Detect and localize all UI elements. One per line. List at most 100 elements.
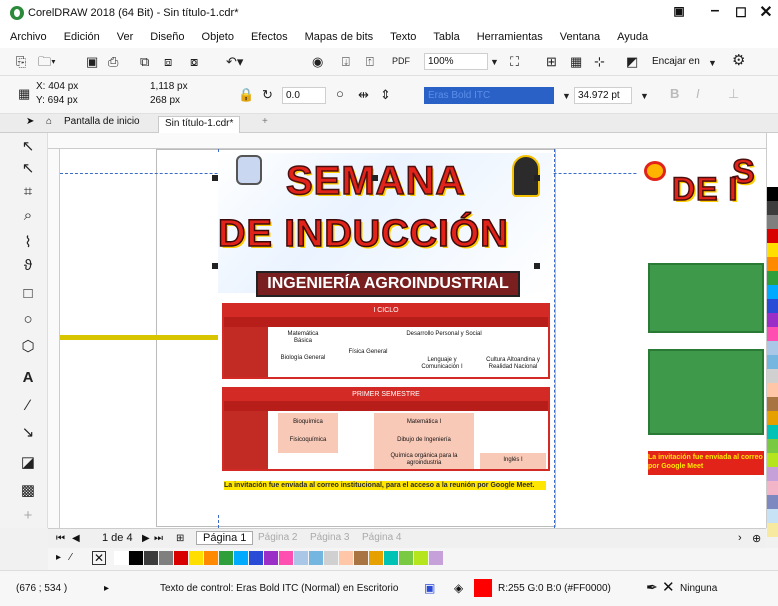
- palette-swatch[interactable]: [767, 495, 778, 509]
- add-page-icon[interactable]: ⊞: [176, 533, 184, 544]
- palette-swatch[interactable]: [767, 467, 778, 481]
- menu-ventana[interactable]: Ventana: [560, 31, 600, 43]
- transparency-tool-icon[interactable]: ▩: [18, 481, 38, 499]
- palette-swatch[interactable]: [767, 271, 778, 285]
- font-list-field[interactable]: Eras Bold ITC: [424, 87, 554, 104]
- crop-tool-icon[interactable]: ⌗: [18, 183, 38, 200]
- navigator-icon[interactable]: ⊕: [752, 532, 761, 545]
- rotation-angle-field[interactable]: 0.0: [282, 87, 326, 104]
- menu-efectos[interactable]: Efectos: [251, 31, 288, 43]
- tab-home-screen[interactable]: Pantalla de inicio: [64, 116, 140, 127]
- document-palette-swatch[interactable]: [279, 551, 293, 565]
- paste-icon[interactable]: ⧇: [190, 54, 198, 70]
- artistic-media-tool-icon[interactable]: ϑ: [18, 257, 38, 274]
- document-palette-swatch[interactable]: [189, 551, 203, 565]
- document-palette-swatch[interactable]: [354, 551, 368, 565]
- menu-tabla[interactable]: Tabla: [433, 31, 459, 43]
- document-palette-swatch[interactable]: [324, 551, 338, 565]
- color-proof-icon[interactable]: ▣: [424, 581, 435, 595]
- document-palette-swatch[interactable]: [159, 551, 173, 565]
- publish-pdf-icon[interactable]: PDF: [392, 53, 410, 69]
- fill-icon[interactable]: ◈: [454, 581, 463, 595]
- page-tab-3[interactable]: Página 3: [310, 532, 349, 543]
- palette-swatch[interactable]: [767, 397, 778, 411]
- document-palette-swatch[interactable]: [129, 551, 143, 565]
- horizontal-ruler[interactable]: [48, 133, 766, 149]
- palette-swatch[interactable]: [767, 327, 778, 341]
- font-dropdown-chevron-icon[interactable]: ▼: [562, 88, 571, 104]
- menu-diseno[interactable]: Diseño: [150, 31, 184, 43]
- close-button[interactable]: ✕: [754, 2, 778, 22]
- document-palette-swatch[interactable]: [249, 551, 263, 565]
- palette-swatch[interactable]: [767, 439, 778, 453]
- origin-point-icon[interactable]: ○: [336, 86, 344, 102]
- palette-swatch[interactable]: [767, 411, 778, 425]
- selection-handle[interactable]: [534, 175, 540, 181]
- offpage-text-object[interactable]: [60, 335, 240, 340]
- document-palette-swatch[interactable]: [264, 551, 278, 565]
- document-palette-swatch[interactable]: [369, 551, 383, 565]
- zoom-dropdown-chevron-icon[interactable]: ▼: [490, 54, 499, 70]
- snap-chevron-icon[interactable]: ▼: [708, 55, 717, 71]
- zoom-level-field[interactable]: 100%: [424, 53, 488, 70]
- new-document-icon[interactable]: ⎘: [16, 54, 26, 70]
- launch-icon[interactable]: ◩: [626, 54, 638, 70]
- tab-document[interactable]: Sin título-1.cdr*: [158, 116, 241, 133]
- mirror-horizontal-icon[interactable]: ⇹: [358, 87, 369, 103]
- vertical-ruler[interactable]: [48, 149, 60, 528]
- fill-color-swatch[interactable]: [474, 579, 492, 597]
- palette-swatch[interactable]: [767, 453, 778, 467]
- page-tab-1[interactable]: Página 1: [196, 531, 254, 545]
- status-arrow-icon[interactable]: ▸: [104, 583, 109, 594]
- first-page-icon[interactable]: ⏮: [56, 533, 65, 544]
- full-screen-icon[interactable]: ⛶: [510, 54, 519, 70]
- open-folder-icon[interactable]: 🗀▾: [38, 54, 56, 70]
- page-tab-4[interactable]: Página 4: [362, 532, 401, 543]
- selection-handle[interactable]: [212, 263, 218, 269]
- minimize-button[interactable]: –: [703, 2, 727, 20]
- menu-archivo[interactable]: Archivo: [10, 31, 47, 43]
- shape-tool-icon[interactable]: ↖: [18, 159, 38, 177]
- maximize-button[interactable]: ☐: [729, 5, 753, 21]
- height-field[interactable]: 268 px: [150, 95, 180, 106]
- guidelines-icon[interactable]: ⊹: [594, 54, 605, 70]
- freehand-tool-icon[interactable]: ⌇: [18, 233, 38, 251]
- parallel-dimension-tool-icon[interactable]: ∕: [18, 397, 38, 414]
- palette-swatch[interactable]: [767, 369, 778, 383]
- no-color-swatch[interactable]: ✕: [92, 551, 106, 565]
- search-content-icon[interactable]: ◉: [312, 54, 323, 70]
- document-palette-swatch[interactable]: [114, 551, 128, 565]
- object-origin-icon[interactable]: ▦: [18, 86, 30, 102]
- document-palette-swatch[interactable]: [414, 551, 428, 565]
- page-tab-2[interactable]: Página 2: [258, 532, 297, 543]
- mirror-vertical-icon[interactable]: ⇕: [380, 87, 391, 103]
- drop-shadow-tool-icon[interactable]: ◪: [18, 453, 38, 471]
- pick-tool-icon[interactable]: ↖: [18, 137, 38, 155]
- palette-swatch[interactable]: [767, 257, 778, 271]
- menu-objeto[interactable]: Objeto: [202, 31, 234, 43]
- menu-texto[interactable]: Texto: [390, 31, 416, 43]
- selection-handle[interactable]: [372, 175, 378, 181]
- copy-icon[interactable]: ⧈: [164, 54, 172, 70]
- zoom-tool-icon[interactable]: ⌕: [18, 207, 38, 224]
- palette-swatch[interactable]: [767, 355, 778, 369]
- new-tab-icon[interactable]: +: [262, 116, 268, 127]
- eyedropper-icon[interactable]: ⁄: [70, 552, 72, 563]
- document-palette-swatch[interactable]: [204, 551, 218, 565]
- export-icon[interactable]: ⍐: [366, 54, 374, 70]
- snap-to-dropdown[interactable]: Encajar en: [652, 56, 700, 67]
- palette-swatch[interactable]: [767, 215, 778, 229]
- selection-handle[interactable]: [534, 263, 540, 269]
- document-palette-swatch[interactable]: [174, 551, 188, 565]
- document-palette-swatch[interactable]: [294, 551, 308, 565]
- undo-icon[interactable]: ↶▾: [226, 54, 243, 70]
- palette-swatch[interactable]: [767, 509, 778, 523]
- vertical-guideline[interactable]: [554, 149, 555, 528]
- italic-icon[interactable]: I: [696, 86, 700, 102]
- palette-swatch[interactable]: [767, 243, 778, 257]
- palette-swatch[interactable]: [767, 229, 778, 243]
- palette-swatch[interactable]: [767, 383, 778, 397]
- document-palette-swatch[interactable]: [339, 551, 353, 565]
- document-palette-swatch[interactable]: [309, 551, 323, 565]
- options-gear-icon[interactable]: ⚙: [732, 53, 745, 69]
